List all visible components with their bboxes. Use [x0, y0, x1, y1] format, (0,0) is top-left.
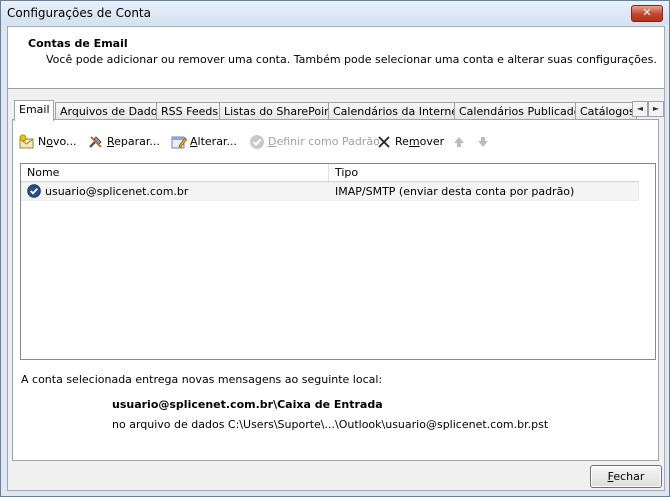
column-header-type[interactable]: Tipo	[328, 164, 635, 181]
new-mail-icon	[19, 134, 35, 150]
header-description: Você pode adicionar ou remover uma conta…	[46, 53, 657, 66]
new-button[interactable]: Novo...	[19, 134, 77, 150]
move-down-button[interactable]	[475, 134, 494, 150]
set-default-button[interactable]: Definir como Padrão	[249, 134, 380, 150]
column-header-name[interactable]: Nome	[21, 164, 327, 181]
default-check-icon	[249, 134, 265, 150]
account-name: usuario@splicenet.com.br	[45, 185, 189, 198]
tab-scroll-right-icon[interactable]: ►	[648, 101, 664, 117]
account-row[interactable]: usuario@splicenet.com.br IMAP/SMTP (envi…	[21, 182, 639, 201]
remove-x-icon	[376, 134, 392, 150]
list-header: Nome Tipo	[21, 164, 639, 182]
repair-button[interactable]: Reparar...	[88, 134, 160, 150]
email-tab-page: Novo... Reparar... Alterar... Definir co…	[12, 119, 659, 461]
header-title: Contas de Email	[28, 37, 128, 50]
change-button[interactable]: Alterar...	[171, 134, 237, 150]
dialog-client: Contas de Email Você pode adicionar ou r…	[7, 26, 665, 491]
title-bar[interactable]: Configurações de Conta ✕	[1, 1, 669, 25]
tab-catalogs[interactable]: Catálogos	[575, 102, 637, 120]
close-button[interactable]: Fechar	[590, 465, 662, 488]
tab-published-calendars[interactable]: Calendários Publicados	[454, 102, 576, 120]
delivery-folder-path: usuario@splicenet.com.br\Caixa de Entrad…	[112, 398, 383, 411]
remove-button[interactable]: Remover	[376, 134, 444, 150]
tab-strip: Email Arquivos de Dados RSS Feeds Listas…	[12, 100, 664, 121]
account-type: IMAP/SMTP (enviar desta conta por padrão…	[335, 185, 575, 198]
move-up-button[interactable]	[451, 134, 470, 150]
account-list[interactable]: Nome Tipo usuario@splicenet.com.br IMAP/…	[20, 163, 656, 360]
delivery-location-label: A conta selecionada entrega novas mensag…	[21, 373, 383, 386]
change-icon	[171, 134, 188, 150]
tab-data-files[interactable]: Arquivos de Dados	[55, 102, 157, 120]
close-icon: ✕	[642, 6, 652, 19]
tab-rss-feeds[interactable]: RSS Feeds	[156, 102, 220, 120]
tab-email[interactable]: Email	[14, 100, 54, 121]
data-file-path: no arquivo de dados C:\Users\Suporte\...…	[112, 418, 549, 431]
repair-icon	[88, 134, 104, 150]
header-panel: Contas de Email Você pode adicionar ou r…	[8, 27, 664, 89]
window-close-button[interactable]: ✕	[631, 5, 663, 22]
tab-internet-calendars[interactable]: Calendários da Internet	[328, 102, 455, 120]
window-title: Configurações de Conta	[7, 6, 151, 20]
tab-scroll-left-icon[interactable]: ◄	[632, 101, 648, 117]
account-settings-window: Configurações de Conta ✕ Contas de Email…	[0, 0, 670, 497]
default-account-check-icon	[27, 184, 41, 198]
move-down-icon	[475, 134, 491, 150]
move-up-icon	[451, 134, 467, 150]
tab-sharepoint-lists[interactable]: Listas do SharePoint	[219, 102, 329, 120]
